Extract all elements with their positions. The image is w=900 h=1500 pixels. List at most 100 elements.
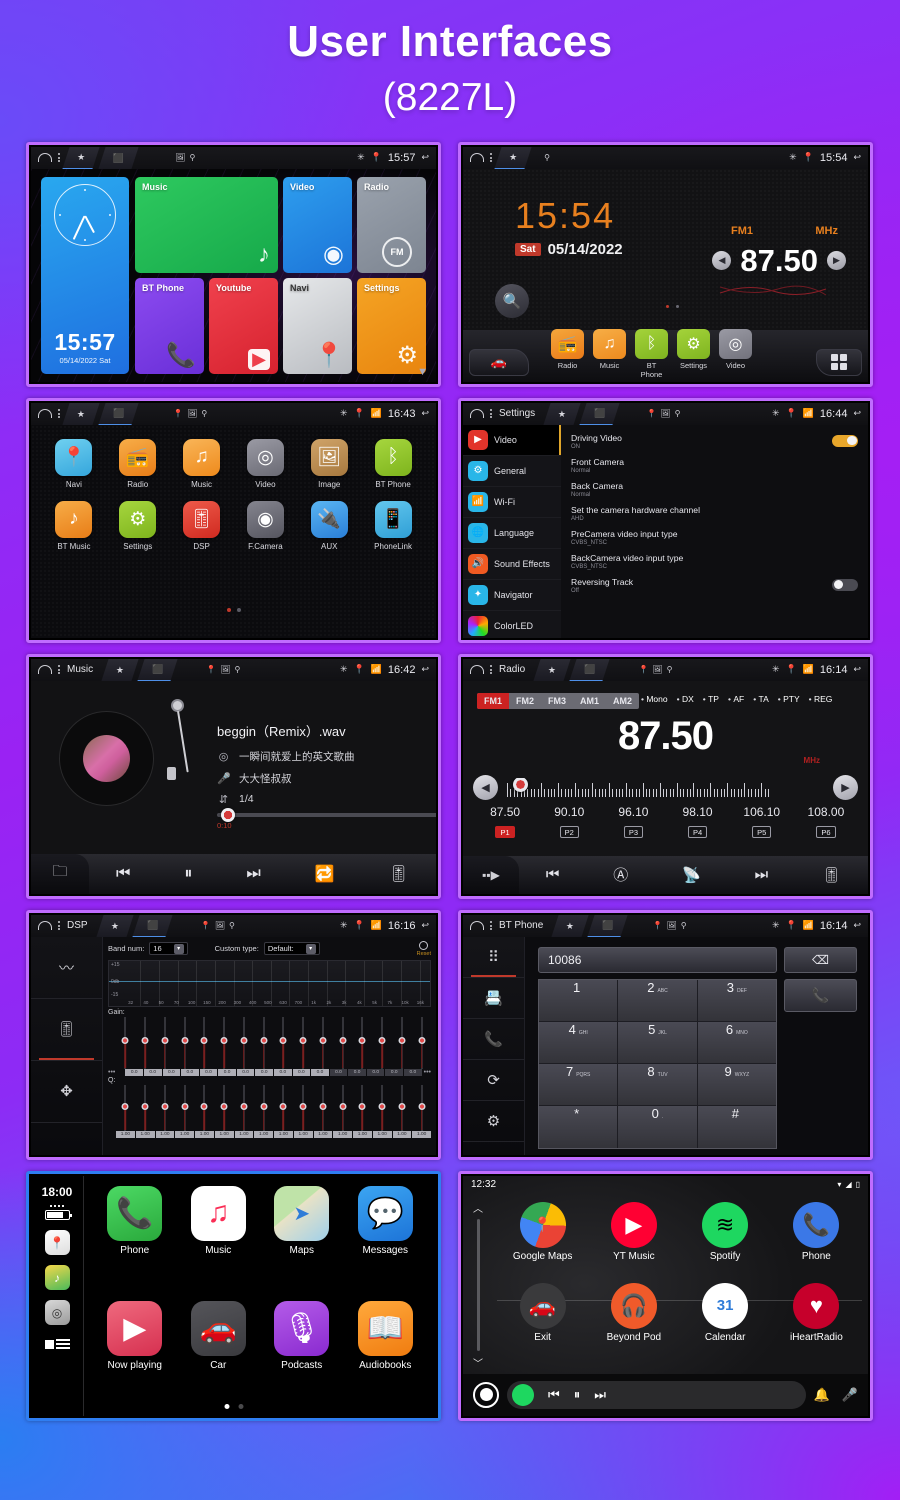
favorites-tab[interactable]: ★ <box>551 914 589 937</box>
band-am2[interactable]: AM2 <box>606 693 639 709</box>
preset-5[interactable]: 106.10 P5 <box>730 805 794 840</box>
band-fm1[interactable]: FM1 <box>477 692 509 709</box>
keypad-key[interactable]: * <box>539 1106 618 1148</box>
favorites-tab[interactable]: ★ <box>62 146 100 169</box>
settings-nav-wifi[interactable]: 📶 Wi-Fi <box>463 487 561 518</box>
spotify-icon[interactable] <box>512 1383 534 1406</box>
folder-icon[interactable]: 🗀 <box>31 853 89 894</box>
keypad-key[interactable]: 3 DEF <box>697 979 776 1021</box>
setting-reversing-track[interactable]: Reversing Track Off <box>571 573 860 597</box>
q-sliders[interactable] <box>108 1084 431 1131</box>
aa-app-yt-music[interactable]: ▶ YT Music <box>588 1198 679 1279</box>
nav-contacts[interactable]: 📇 <box>463 978 524 1019</box>
tuning-knob[interactable] <box>513 777 528 792</box>
flag-mono[interactable]: • Mono <box>641 694 668 704</box>
keypad-key[interactable]: # <box>697 1106 776 1148</box>
app-front-camera[interactable]: ◉ F.Camera <box>236 500 294 551</box>
menu-dots-icon[interactable] <box>58 153 60 162</box>
tile-settings[interactable]: Settings ⚙ <box>357 277 426 374</box>
previous-icon[interactable]: ⏮ <box>116 865 130 883</box>
keypad-key[interactable]: 1 <box>539 979 618 1021</box>
flag-pty[interactable]: • PTY <box>778 694 800 704</box>
app-bt-music[interactable]: ♪ BT Music <box>45 500 103 551</box>
eq-slider[interactable] <box>274 1084 293 1131</box>
keypad-key[interactable]: 9 WXYZ <box>697 1064 776 1106</box>
toggle-switch[interactable] <box>832 434 858 447</box>
back-icon[interactable]: ↩ <box>421 664 429 675</box>
auto-scan-icon[interactable]: Ⓐ <box>613 864 628 885</box>
band-fm2[interactable]: FM2 <box>509 693 541 709</box>
keypad-key[interactable]: 5 JKL <box>618 1021 697 1063</box>
setting-front-camera[interactable]: Front Camera Normal <box>571 453 860 477</box>
eq-slider[interactable] <box>175 1084 194 1131</box>
tune-up-button[interactable]: ▶ <box>833 774 858 800</box>
prev-station-button[interactable]: ◀ <box>712 251 732 270</box>
dock-item-music[interactable]: ♫ Music <box>593 328 626 379</box>
aa-app-spotify[interactable]: ≋ Spotify <box>680 1198 771 1279</box>
apps-tab[interactable]: ⬛ <box>98 146 139 169</box>
aa-app-google-maps[interactable]: 📍 Google Maps <box>497 1198 588 1279</box>
band-num-select[interactable]: 16 ▾ <box>149 942 188 955</box>
chevron-down-icon[interactable]: ﹀ <box>473 1355 483 1370</box>
list-icon[interactable]: ▪▪▶ <box>463 855 519 894</box>
home-icon[interactable] <box>38 665 52 674</box>
settings-nav-video[interactable]: ▶ Video <box>463 424 561 456</box>
eq-slider[interactable] <box>136 1084 155 1131</box>
back-icon[interactable]: ↩ <box>853 664 861 675</box>
back-icon[interactable]: ↩ <box>853 152 861 163</box>
flag-tp[interactable]: • TP <box>703 694 719 704</box>
tile-music[interactable]: Music ♪ <box>135 176 278 273</box>
back-icon[interactable]: ↩ <box>421 152 429 163</box>
setting-driving-video[interactable]: Driving Video ON <box>571 429 860 453</box>
search-icon[interactable]: 🔍 <box>495 283 529 318</box>
tile-navi[interactable]: Navi 📍 <box>283 277 352 374</box>
eq-slider[interactable] <box>353 1016 372 1069</box>
eq-slider[interactable] <box>195 1084 214 1131</box>
equalizer-icon[interactable]: 🎚 <box>822 866 841 884</box>
flag-dx[interactable]: • DX <box>677 694 694 704</box>
aa-app-calendar[interactable]: 31 Calendar <box>680 1279 771 1360</box>
previous-icon[interactable]: ⏮ <box>546 866 560 883</box>
next-icon[interactable]: ⏭ <box>594 1387 606 1403</box>
phone-number-field[interactable]: 10086 <box>538 946 777 973</box>
app-aux[interactable]: 🔌 AUX <box>300 500 358 551</box>
eq-slider[interactable] <box>353 1084 372 1131</box>
band-fm3[interactable]: FM3 <box>541 693 573 709</box>
menu-dots-icon[interactable] <box>490 409 492 418</box>
preset-1[interactable]: 87.50 P1 <box>473 805 537 840</box>
flag-reg[interactable]: • REG <box>809 694 833 704</box>
apps-tab[interactable]: ⬛ <box>98 402 139 425</box>
preset-6[interactable]: 108.00 P6 <box>794 805 858 840</box>
favorites-tab[interactable]: ★ <box>95 914 134 937</box>
scroll-right-icon[interactable]: ••• <box>424 1069 431 1076</box>
preset-2[interactable]: 90.10 P2 <box>537 805 601 840</box>
seek-bar[interactable]: 0:10 2:19 <box>217 807 436 830</box>
nav-settings[interactable]: ⚙ <box>463 1101 524 1142</box>
flag-ta[interactable]: • TA <box>753 694 769 704</box>
favorites-tab[interactable]: ★ <box>101 658 139 681</box>
aa-app-beyond-pod[interactable]: 🎧 Beyond Pod <box>588 1279 679 1360</box>
home-icon[interactable] <box>470 921 484 930</box>
eq-slider[interactable] <box>412 1084 431 1131</box>
eq-slider[interactable] <box>274 1016 293 1069</box>
music-icon[interactable]: ♪ <box>44 1265 70 1290</box>
eq-slider[interactable] <box>116 1016 135 1069</box>
apps-tab[interactable]: ⬛ <box>132 914 173 937</box>
previous-icon[interactable]: ⏮ <box>548 1387 560 1403</box>
car-icon[interactable]: 🚗 <box>469 348 529 376</box>
settings-nav-navigator[interactable]: ✦ Navigator <box>463 580 561 611</box>
repeat-icon[interactable]: 🔁 <box>315 864 335 884</box>
eq-slider[interactable] <box>175 1016 194 1069</box>
setting-backcamera-input-type[interactable]: BackCamera video input type CVBS_NTSC <box>571 549 860 573</box>
clock-widget[interactable]: 15:57 05/14/2022 Sat <box>41 176 129 374</box>
backspace-icon[interactable]: ⌫ <box>784 946 857 973</box>
aa-app-iheartradio[interactable]: ♥ iHeartRadio <box>771 1279 862 1360</box>
settings-nav-colorled[interactable]: ColorLED <box>463 611 561 638</box>
dock-item-video[interactable]: ◎ Video <box>719 328 752 379</box>
menu-dots-icon[interactable] <box>58 665 60 674</box>
tile-radio[interactable]: Radio FM <box>357 176 426 273</box>
eq-slider[interactable] <box>215 1084 234 1131</box>
app-phonelink[interactable]: 📱 PhoneLink <box>364 500 422 551</box>
apps-tab[interactable]: ⬛ <box>137 658 178 681</box>
eq-slider[interactable] <box>195 1016 214 1069</box>
